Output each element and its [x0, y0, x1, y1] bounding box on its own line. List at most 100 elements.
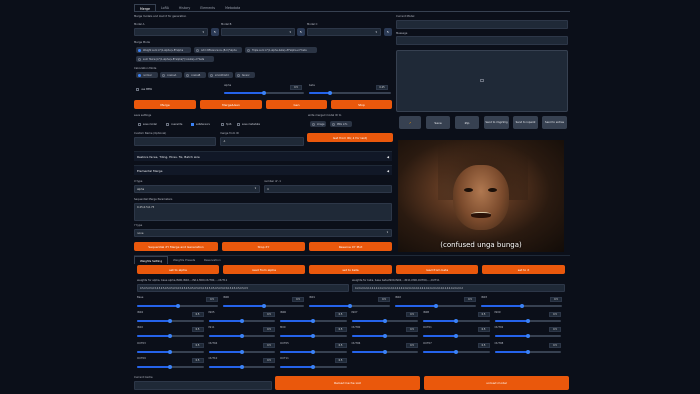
beta-value[interactable]: 0.25	[376, 85, 388, 90]
block-weight-value[interactable]: 0.5	[206, 297, 218, 302]
stop-button[interactable]: Stop	[331, 100, 392, 109]
open-folder-button[interactable]: ↗	[399, 116, 421, 129]
block-weight-slider[interactable]	[137, 364, 204, 369]
block-weight-value[interactable]: 0.5	[549, 327, 561, 332]
block-weight-slider[interactable]	[494, 318, 561, 323]
block-weight-value[interactable]: 0.5	[406, 327, 418, 332]
slider-knob[interactable]	[454, 349, 459, 354]
write-image-option[interactable]: image	[310, 121, 326, 127]
block-weight-slider[interactable]	[351, 333, 418, 338]
beta-slider[interactable]	[309, 90, 391, 95]
block-weight-slider[interactable]	[494, 333, 561, 338]
merge-mode-option[interactable]: Weight sum:A*(1-alpha)+B*alpha	[136, 47, 191, 53]
slider-knob[interactable]	[168, 349, 173, 354]
calc-mode-option[interactable]: tensor	[235, 72, 255, 78]
block-weight-value[interactable]: 0.5	[191, 327, 204, 332]
block-weight-slider[interactable]	[423, 333, 490, 338]
calc-mode-option[interactable]: smoothAdd	[208, 72, 233, 78]
block-weight-value[interactable]: 0.5	[263, 327, 275, 332]
num-x-input[interactable]: 4	[264, 185, 392, 193]
block-weight-slider[interactable]	[423, 318, 490, 323]
save-image-button[interactable]: Save	[426, 116, 450, 129]
tab-weights-presets[interactable]: Weights Presets	[168, 256, 200, 264]
block-weight-slider[interactable]	[208, 364, 275, 369]
slider-knob[interactable]	[525, 318, 530, 323]
slider-knob[interactable]	[525, 349, 530, 354]
slider-knob[interactable]	[175, 303, 180, 308]
safetensors-checkbox[interactable]: safetensors	[189, 121, 217, 127]
block-weight-slider[interactable]	[208, 318, 275, 323]
send-img2img-button[interactable]: Send to img2img	[484, 116, 509, 129]
block-weight-slider[interactable]	[208, 349, 275, 354]
block-weight-slider[interactable]	[137, 318, 204, 323]
slider-knob[interactable]	[327, 90, 332, 95]
refresh-model-a-button[interactable]: ↻	[211, 28, 219, 36]
elemental-merge-accordion[interactable]: Elemental Merge ◀	[134, 165, 392, 175]
reserve-xy-button[interactable]: Reserve XY Plot	[309, 242, 392, 251]
slider-knob[interactable]	[239, 333, 244, 338]
block-weight-slider[interactable]	[280, 349, 347, 354]
block-weight-value[interactable]: 0.5	[263, 312, 275, 317]
block-weight-slider[interactable]	[309, 303, 390, 308]
block-weight-value[interactable]: 0.5	[263, 343, 275, 348]
send-extras-button[interactable]: Send to extras	[542, 116, 567, 129]
block-weight-value[interactable]: 0.5	[549, 343, 561, 348]
block-weight-slider[interactable]	[137, 333, 204, 338]
seq-merge-input[interactable]: 0.25,0.5,0.75	[134, 203, 392, 221]
slider-knob[interactable]	[525, 333, 530, 338]
block-weight-slider[interactable]	[481, 303, 562, 308]
slider-knob[interactable]	[454, 318, 459, 323]
merge-mode-option[interactable]: sum Twice:(A*(1-alpha)+B*alpha)*(1-beta)…	[136, 56, 214, 62]
model-c-select[interactable]: ▾	[307, 28, 381, 36]
slider-knob[interactable]	[168, 364, 173, 369]
alpha-value[interactable]: 0.5	[290, 85, 302, 90]
block-weight-slider[interactable]	[351, 349, 418, 354]
reload-cache-button[interactable]: Reload Cache List	[275, 376, 420, 390]
weights-beta-input[interactable]: 0.2,0.2,0.2,0.2,0.2,0.2,0.2,0.2,0.2,0.2,…	[352, 284, 565, 292]
slider-knob[interactable]	[311, 349, 316, 354]
refresh-model-b-button[interactable]: ↻	[297, 28, 305, 36]
y-type-select[interactable]: none ▾	[134, 229, 392, 237]
slider-knob[interactable]	[433, 303, 438, 308]
slider-knob[interactable]	[239, 349, 244, 354]
slider-knob[interactable]	[239, 318, 244, 323]
read-from-beta-button[interactable]: read from beta	[396, 265, 478, 274]
use-mbw-checkbox[interactable]: use MBW	[134, 86, 158, 92]
block-weight-slider[interactable]	[423, 349, 490, 354]
slider-knob[interactable]	[454, 333, 459, 338]
model-b-select[interactable]: ▾	[221, 28, 295, 36]
block-weight-value[interactable]: 0.5	[477, 343, 490, 348]
fp16-checkbox[interactable]: fp16	[219, 121, 233, 127]
slider-knob[interactable]	[168, 318, 173, 323]
block-weight-value[interactable]: 0.5	[477, 312, 490, 317]
block-weight-value[interactable]: 0.5	[406, 343, 418, 348]
block-weight-value[interactable]: 0.5	[334, 343, 347, 348]
block-weight-slider[interactable]	[395, 303, 476, 308]
merge-gen-button[interactable]: Merge&Gen	[200, 100, 262, 109]
block-weight-value[interactable]: 0.5	[334, 327, 347, 332]
overwrite-checkbox[interactable]: overwrite	[164, 121, 189, 127]
send-inpaint-button[interactable]: Send to inpaint	[513, 116, 538, 129]
gen-button[interactable]: Gen	[266, 100, 327, 109]
block-weight-value[interactable]: 0.5	[191, 312, 204, 317]
block-weight-value[interactable]: 0.5	[334, 312, 347, 317]
block-weight-value[interactable]: 0.5	[550, 297, 562, 302]
block-weight-slider[interactable]	[351, 318, 418, 323]
save-metadata-checkbox[interactable]: save metadata	[235, 121, 265, 127]
merge-from-id-input[interactable]: -1	[220, 137, 304, 146]
merge-mode-option[interactable]: Triple sum:A*(1-alpha-beta)+B*alpha+C*be…	[245, 47, 317, 53]
set-to-beta-button[interactable]: set to beta	[309, 265, 392, 274]
block-weight-value[interactable]: 0.5	[292, 297, 304, 302]
write-png-option[interactable]: PNG info	[330, 121, 352, 127]
merge-button[interactable]: Merge	[134, 100, 196, 109]
slider-knob[interactable]	[311, 318, 316, 323]
calc-mode-option[interactable]: cosineB	[184, 72, 206, 78]
alpha-slider[interactable]	[224, 90, 304, 95]
custom-name-input[interactable]	[134, 137, 216, 146]
stop-xy-button[interactable]: Stop XY	[222, 242, 305, 251]
slider-knob[interactable]	[382, 318, 387, 323]
weights-alpha-input[interactable]: 0.5,0.5,0.5,0.5,0.5,0.5,0.5,0.5,0.5,0.5,…	[137, 284, 349, 292]
slider-knob[interactable]	[347, 303, 352, 308]
seq-xy-button[interactable]: Sequential XY Merge and Generation	[134, 242, 218, 251]
merge-mode-option[interactable]: Add difference:A+(B-C)*alpha	[194, 47, 242, 53]
